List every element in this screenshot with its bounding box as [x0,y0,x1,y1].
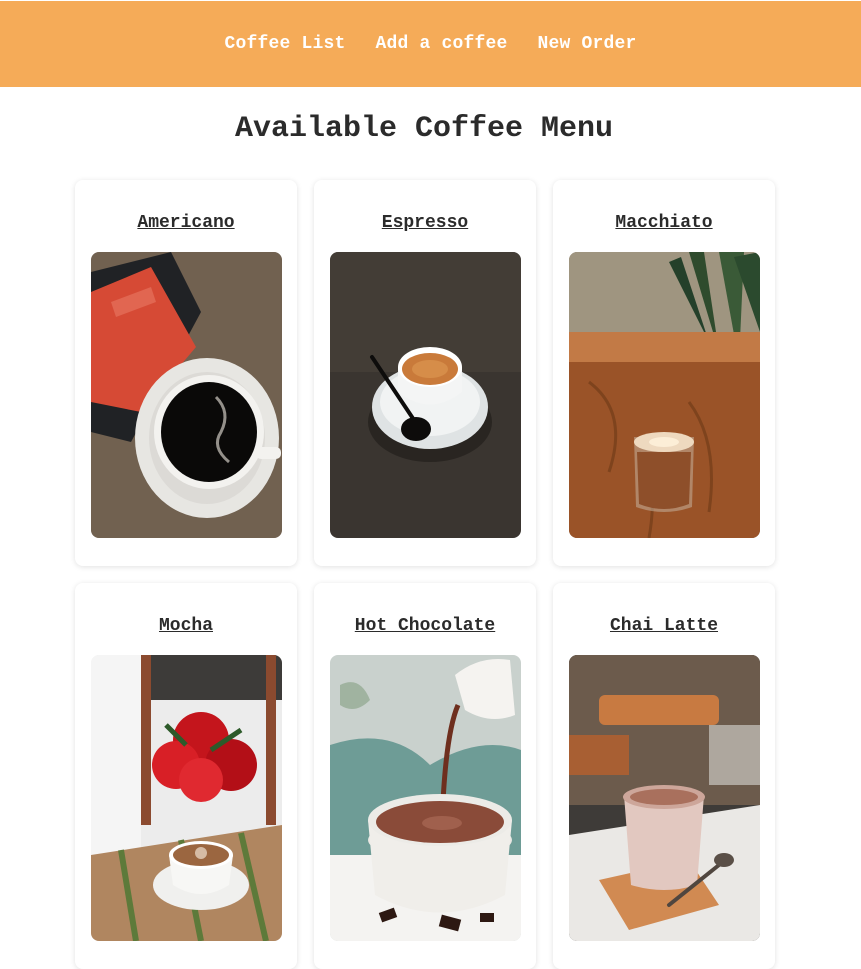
coffee-card: Macchiato [553,180,775,566]
coffee-card: Espresso [314,180,536,566]
coffee-card: Chai Latte [553,583,775,969]
hot-chocolate-photo[interactable] [330,655,521,941]
page-title: Available Coffee Menu [234,112,614,146]
americano-photo[interactable] [91,252,282,538]
chai-latte-photo[interactable] [569,655,760,941]
nav-new-order[interactable]: New Order [538,34,637,54]
coffee-title-link[interactable]: Macchiato [569,212,759,234]
coffee-title-link[interactable]: Mocha [91,615,281,637]
coffee-card: Americano [75,180,297,566]
coffee-title-link[interactable]: Hot Chocolate [330,615,520,637]
coffee-title-link[interactable]: Chai Latte [569,615,759,637]
top-navigation: Coffee List Add a coffee New Order [0,1,861,87]
coffee-title-link[interactable]: Americano [91,212,281,234]
coffee-card: Hot Chocolate [314,583,536,969]
nav-add-coffee[interactable]: Add a coffee [375,34,507,54]
nav-coffee-list[interactable]: Coffee List [224,34,345,54]
mocha-photo[interactable] [91,655,282,941]
coffee-card: Mocha [75,583,297,969]
coffee-title-link[interactable]: Espresso [330,212,520,234]
macchiato-photo[interactable] [569,252,760,538]
coffee-grid: Americano Espresso Macchiato Mocha Hot C… [75,180,775,969]
espresso-photo[interactable] [330,252,521,538]
